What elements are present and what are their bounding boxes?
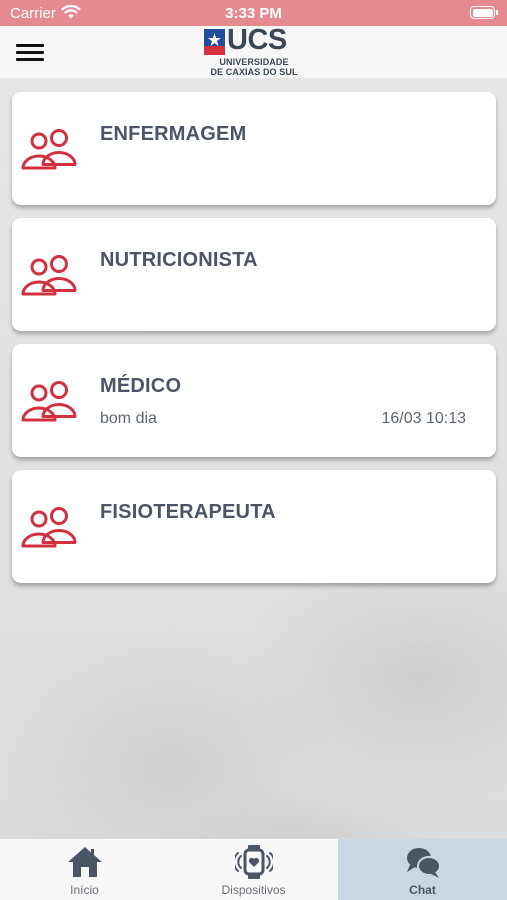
chat-title: FISIOTERAPEUTA: [100, 501, 276, 523]
chat-card-nutricionista[interactable]: NUTRICIONISTA: [12, 218, 496, 331]
chat-card-enfermagem[interactable]: ENFERMAGEM: [12, 92, 496, 205]
chat-title: NUTRICIONISTA: [100, 249, 258, 271]
group-icon: [21, 507, 77, 548]
last-message: bom dia: [100, 410, 157, 427]
menu-button[interactable]: [14, 40, 46, 64]
tab-bar: Início Dispositivos Chat: [0, 838, 507, 900]
logo-text: UCS: [227, 24, 287, 56]
tab-inicio[interactable]: Início: [0, 839, 169, 900]
group-icon: [21, 129, 77, 170]
chat-card-medico[interactable]: MÉDICO bom dia 16/03 10:13: [12, 344, 496, 457]
message-timestamp: 16/03 10:13: [381, 410, 466, 427]
chat-title: MÉDICO: [100, 375, 182, 397]
app-header: UCS UNIVERSIDADE DE CAXIAS DO SUL: [0, 24, 507, 78]
tab-chat[interactable]: Chat: [338, 839, 507, 900]
hamburger-line: [16, 51, 44, 54]
status-bar: Carrier 3:33 PM: [0, 0, 507, 26]
home-icon: [68, 847, 102, 877]
tab-label: Chat: [409, 883, 436, 897]
chat-card-fisioterapeuta[interactable]: FISIOTERAPEUTA: [12, 470, 496, 583]
logo-subtitle: UNIVERSIDADE DE CAXIAS DO SUL: [204, 57, 304, 77]
ucs-logo: UCS UNIVERSIDADE DE CAXIAS DO SUL: [204, 24, 304, 77]
tab-dispositivos[interactable]: Dispositivos: [169, 839, 338, 900]
status-time: 3:33 PM: [225, 5, 282, 22]
tab-label: Dispositivos: [221, 883, 286, 897]
smartwatch-icon: [235, 845, 273, 879]
hamburger-line: [16, 58, 44, 61]
group-icon: [21, 381, 77, 422]
hamburger-menu-icon: [16, 44, 44, 47]
battery-icon: [470, 6, 498, 19]
chat-title: ENFERMAGEM: [100, 123, 247, 145]
tab-label: Início: [70, 883, 99, 897]
group-icon: [21, 255, 77, 296]
logo-subtitle-line-2: DE CAXIAS DO SUL: [210, 66, 298, 77]
chat-bubbles-icon: [407, 848, 441, 878]
ucs-flag-icon: [204, 29, 225, 55]
